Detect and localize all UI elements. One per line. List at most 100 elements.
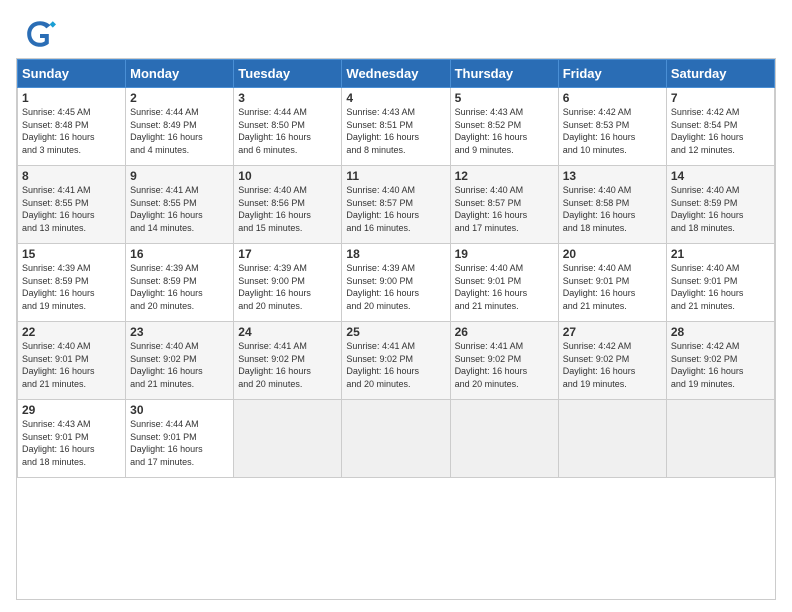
day-cell: 24Sunrise: 4:41 AM Sunset: 9:02 PM Dayli… [234, 322, 342, 400]
day-cell: 18Sunrise: 4:39 AM Sunset: 9:00 PM Dayli… [342, 244, 450, 322]
day-number: 29 [22, 403, 121, 417]
day-number: 18 [346, 247, 445, 261]
day-cell [450, 400, 558, 478]
calendar: SundayMondayTuesdayWednesdayThursdayFrid… [16, 58, 776, 600]
day-cell: 7Sunrise: 4:42 AM Sunset: 8:54 PM Daylig… [666, 88, 774, 166]
day-cell: 27Sunrise: 4:42 AM Sunset: 9:02 PM Dayli… [558, 322, 666, 400]
header-cell-monday: Monday [126, 60, 234, 88]
day-cell: 3Sunrise: 4:44 AM Sunset: 8:50 PM Daylig… [234, 88, 342, 166]
day-info: Sunrise: 4:39 AM Sunset: 8:59 PM Dayligh… [130, 262, 229, 312]
day-number: 6 [563, 91, 662, 105]
day-number: 21 [671, 247, 770, 261]
day-cell: 9Sunrise: 4:41 AM Sunset: 8:55 PM Daylig… [126, 166, 234, 244]
day-info: Sunrise: 4:43 AM Sunset: 8:52 PM Dayligh… [455, 106, 554, 156]
day-cell: 20Sunrise: 4:40 AM Sunset: 9:01 PM Dayli… [558, 244, 666, 322]
day-cell: 16Sunrise: 4:39 AM Sunset: 8:59 PM Dayli… [126, 244, 234, 322]
header-cell-saturday: Saturday [666, 60, 774, 88]
day-info: Sunrise: 4:42 AM Sunset: 8:54 PM Dayligh… [671, 106, 770, 156]
day-info: Sunrise: 4:44 AM Sunset: 9:01 PM Dayligh… [130, 418, 229, 468]
day-cell: 23Sunrise: 4:40 AM Sunset: 9:02 PM Dayli… [126, 322, 234, 400]
week-row-3: 22Sunrise: 4:40 AM Sunset: 9:01 PM Dayli… [18, 322, 775, 400]
day-info: Sunrise: 4:44 AM Sunset: 8:50 PM Dayligh… [238, 106, 337, 156]
day-cell [342, 400, 450, 478]
header-cell-tuesday: Tuesday [234, 60, 342, 88]
day-number: 13 [563, 169, 662, 183]
day-info: Sunrise: 4:41 AM Sunset: 9:02 PM Dayligh… [346, 340, 445, 390]
day-cell: 2Sunrise: 4:44 AM Sunset: 8:49 PM Daylig… [126, 88, 234, 166]
day-cell [558, 400, 666, 478]
day-number: 14 [671, 169, 770, 183]
day-cell: 22Sunrise: 4:40 AM Sunset: 9:01 PM Dayli… [18, 322, 126, 400]
day-number: 23 [130, 325, 229, 339]
day-number: 3 [238, 91, 337, 105]
day-info: Sunrise: 4:45 AM Sunset: 8:48 PM Dayligh… [22, 106, 121, 156]
day-cell: 28Sunrise: 4:42 AM Sunset: 9:02 PM Dayli… [666, 322, 774, 400]
day-info: Sunrise: 4:40 AM Sunset: 9:02 PM Dayligh… [130, 340, 229, 390]
week-row-1: 8Sunrise: 4:41 AM Sunset: 8:55 PM Daylig… [18, 166, 775, 244]
day-number: 10 [238, 169, 337, 183]
day-info: Sunrise: 4:42 AM Sunset: 9:02 PM Dayligh… [563, 340, 662, 390]
day-cell: 14Sunrise: 4:40 AM Sunset: 8:59 PM Dayli… [666, 166, 774, 244]
day-cell: 25Sunrise: 4:41 AM Sunset: 9:02 PM Dayli… [342, 322, 450, 400]
day-number: 17 [238, 247, 337, 261]
day-info: Sunrise: 4:40 AM Sunset: 8:56 PM Dayligh… [238, 184, 337, 234]
day-info: Sunrise: 4:41 AM Sunset: 8:55 PM Dayligh… [130, 184, 229, 234]
day-cell: 17Sunrise: 4:39 AM Sunset: 9:00 PM Dayli… [234, 244, 342, 322]
day-number: 5 [455, 91, 554, 105]
day-info: Sunrise: 4:43 AM Sunset: 8:51 PM Dayligh… [346, 106, 445, 156]
day-cell: 30Sunrise: 4:44 AM Sunset: 9:01 PM Dayli… [126, 400, 234, 478]
day-cell [234, 400, 342, 478]
day-info: Sunrise: 4:41 AM Sunset: 9:02 PM Dayligh… [238, 340, 337, 390]
logo-icon [24, 18, 56, 50]
day-cell: 12Sunrise: 4:40 AM Sunset: 8:57 PM Dayli… [450, 166, 558, 244]
day-number: 9 [130, 169, 229, 183]
header-cell-thursday: Thursday [450, 60, 558, 88]
day-info: Sunrise: 4:40 AM Sunset: 9:01 PM Dayligh… [563, 262, 662, 312]
day-info: Sunrise: 4:41 AM Sunset: 9:02 PM Dayligh… [455, 340, 554, 390]
day-cell: 13Sunrise: 4:40 AM Sunset: 8:58 PM Dayli… [558, 166, 666, 244]
day-number: 7 [671, 91, 770, 105]
day-cell [666, 400, 774, 478]
day-cell: 11Sunrise: 4:40 AM Sunset: 8:57 PM Dayli… [342, 166, 450, 244]
day-info: Sunrise: 4:40 AM Sunset: 8:57 PM Dayligh… [346, 184, 445, 234]
day-cell: 21Sunrise: 4:40 AM Sunset: 9:01 PM Dayli… [666, 244, 774, 322]
day-number: 30 [130, 403, 229, 417]
day-number: 27 [563, 325, 662, 339]
calendar-header: SundayMondayTuesdayWednesdayThursdayFrid… [18, 60, 775, 88]
day-info: Sunrise: 4:39 AM Sunset: 9:00 PM Dayligh… [238, 262, 337, 312]
day-number: 19 [455, 247, 554, 261]
day-info: Sunrise: 4:42 AM Sunset: 8:53 PM Dayligh… [563, 106, 662, 156]
day-info: Sunrise: 4:42 AM Sunset: 9:02 PM Dayligh… [671, 340, 770, 390]
day-info: Sunrise: 4:39 AM Sunset: 8:59 PM Dayligh… [22, 262, 121, 312]
day-number: 15 [22, 247, 121, 261]
day-info: Sunrise: 4:40 AM Sunset: 9:01 PM Dayligh… [22, 340, 121, 390]
day-cell: 4Sunrise: 4:43 AM Sunset: 8:51 PM Daylig… [342, 88, 450, 166]
day-number: 24 [238, 325, 337, 339]
day-info: Sunrise: 4:40 AM Sunset: 8:59 PM Dayligh… [671, 184, 770, 234]
day-number: 2 [130, 91, 229, 105]
day-number: 16 [130, 247, 229, 261]
week-row-2: 15Sunrise: 4:39 AM Sunset: 8:59 PM Dayli… [18, 244, 775, 322]
day-info: Sunrise: 4:40 AM Sunset: 9:01 PM Dayligh… [671, 262, 770, 312]
day-cell: 1Sunrise: 4:45 AM Sunset: 8:48 PM Daylig… [18, 88, 126, 166]
day-number: 20 [563, 247, 662, 261]
day-cell: 19Sunrise: 4:40 AM Sunset: 9:01 PM Dayli… [450, 244, 558, 322]
calendar-body: 1Sunrise: 4:45 AM Sunset: 8:48 PM Daylig… [18, 88, 775, 478]
day-cell: 10Sunrise: 4:40 AM Sunset: 8:56 PM Dayli… [234, 166, 342, 244]
day-number: 26 [455, 325, 554, 339]
day-number: 4 [346, 91, 445, 105]
day-cell: 15Sunrise: 4:39 AM Sunset: 8:59 PM Dayli… [18, 244, 126, 322]
day-info: Sunrise: 4:40 AM Sunset: 9:01 PM Dayligh… [455, 262, 554, 312]
day-number: 25 [346, 325, 445, 339]
day-info: Sunrise: 4:40 AM Sunset: 8:57 PM Dayligh… [455, 184, 554, 234]
day-cell: 26Sunrise: 4:41 AM Sunset: 9:02 PM Dayli… [450, 322, 558, 400]
header [0, 0, 792, 58]
day-number: 22 [22, 325, 121, 339]
day-info: Sunrise: 4:44 AM Sunset: 8:49 PM Dayligh… [130, 106, 229, 156]
header-row: SundayMondayTuesdayWednesdayThursdayFrid… [18, 60, 775, 88]
day-number: 11 [346, 169, 445, 183]
day-info: Sunrise: 4:39 AM Sunset: 9:00 PM Dayligh… [346, 262, 445, 312]
day-info: Sunrise: 4:43 AM Sunset: 9:01 PM Dayligh… [22, 418, 121, 468]
logo [24, 18, 60, 50]
header-cell-sunday: Sunday [18, 60, 126, 88]
